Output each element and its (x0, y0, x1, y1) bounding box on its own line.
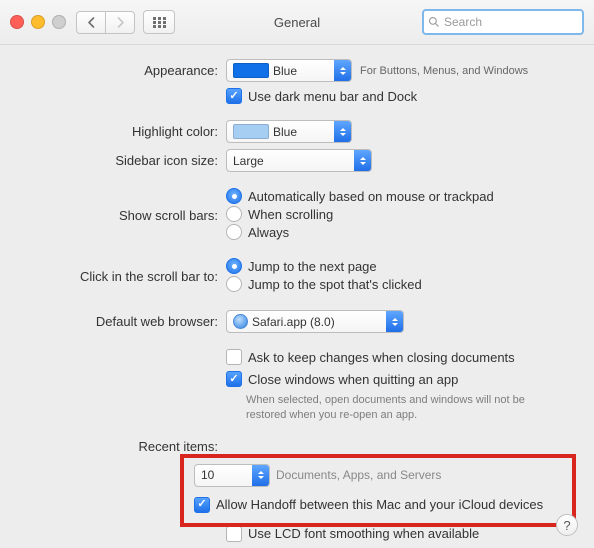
back-button[interactable] (77, 12, 105, 33)
search-input[interactable]: Search (422, 9, 584, 35)
handoff-label: Allow Handoff between this Mac and your … (216, 497, 543, 512)
scrollbars-always-radio[interactable]: Always (226, 224, 289, 240)
dark-menu-label: Use dark menu bar and Dock (248, 89, 417, 104)
clickbar-next-radio[interactable]: Jump to the next page (226, 258, 377, 274)
chevron-updown-icon (354, 150, 371, 171)
close-windows-checkbox[interactable]: Close windows when quitting an app (226, 371, 458, 387)
sidebar-icon-select[interactable]: Large (226, 149, 372, 172)
appearance-label: Appearance: (20, 63, 226, 78)
highlight-label: Highlight color: (20, 124, 226, 139)
ask-changes-label: Ask to keep changes when closing documen… (248, 350, 515, 365)
clickbar-spot-label: Jump to the spot that's clicked (248, 277, 422, 292)
scrollbars-scrolling-radio[interactable]: When scrolling (226, 206, 333, 222)
checkbox-icon (226, 526, 242, 542)
checkbox-icon (226, 371, 242, 387)
handoff-highlight: 10 Documents, Apps, and Servers Allow Ha… (180, 454, 576, 527)
appearance-hint: For Buttons, Menus, and Windows (360, 65, 528, 77)
handoff-checkbox[interactable]: Allow Handoff between this Mac and your … (194, 497, 543, 513)
scrollbars-scrolling-label: When scrolling (248, 207, 333, 222)
radio-icon (226, 276, 242, 292)
safari-icon (233, 314, 248, 329)
highlight-value: Blue (273, 125, 297, 139)
browser-label: Default web browser: (20, 314, 226, 329)
scrollbars-auto-label: Automatically based on mouse or trackpad (248, 189, 494, 204)
appearance-value: Blue (273, 64, 297, 78)
browser-value: Safari.app (8.0) (252, 315, 335, 329)
dark-menu-checkbox[interactable]: Use dark menu bar and Dock (226, 88, 417, 104)
checkbox-icon (226, 349, 242, 365)
lcd-smoothing-label: Use LCD font smoothing when available (248, 526, 479, 541)
minimize-window-button[interactable] (31, 15, 45, 29)
clickbar-next-label: Jump to the next page (248, 259, 377, 274)
nav-back-forward (76, 11, 135, 34)
chevron-updown-icon (252, 465, 269, 486)
radio-icon (226, 258, 242, 274)
checkbox-icon (226, 88, 242, 104)
clickbar-label: Click in the scroll bar to: (20, 269, 226, 284)
clickbar-spot-radio[interactable]: Jump to the spot that's clicked (226, 276, 422, 292)
recent-items-label: Recent items: (20, 439, 226, 454)
ask-changes-checkbox[interactable]: Ask to keep changes when closing documen… (226, 349, 515, 365)
preferences-body: Appearance: Blue For Buttons, Menus, and… (0, 45, 594, 548)
appearance-select[interactable]: Blue (226, 59, 352, 82)
close-window-button[interactable] (10, 15, 24, 29)
chevron-updown-icon (334, 60, 351, 81)
help-button[interactable]: ? (556, 514, 578, 536)
recent-items-select[interactable]: 10 (194, 464, 270, 487)
highlight-select[interactable]: Blue (226, 120, 352, 143)
checkbox-icon (194, 497, 210, 513)
show-all-button[interactable] (143, 10, 175, 34)
scrollbars-always-label: Always (248, 225, 289, 240)
radio-icon (226, 224, 242, 240)
scrollbars-label: Show scroll bars: (20, 208, 226, 223)
scrollbars-auto-radio[interactable]: Automatically based on mouse or trackpad (226, 188, 494, 204)
titlebar: General Search (0, 0, 594, 45)
recent-items-value: 10 (201, 468, 214, 482)
recent-items-hint: Documents, Apps, and Servers (276, 468, 441, 482)
highlight-swatch (233, 124, 269, 139)
chevron-updown-icon (386, 311, 403, 332)
search-icon (428, 16, 440, 28)
general-preferences-window: General Search Appearance: Blue For Butt… (0, 0, 594, 548)
radio-icon (226, 206, 242, 222)
window-controls (10, 15, 66, 29)
forward-button (105, 12, 134, 33)
close-windows-note: When selected, open documents and window… (246, 393, 556, 423)
radio-icon (226, 188, 242, 204)
chevron-updown-icon (334, 121, 351, 142)
lcd-smoothing-checkbox[interactable]: Use LCD font smoothing when available (226, 526, 479, 542)
appearance-swatch (233, 63, 269, 78)
close-windows-label: Close windows when quitting an app (248, 372, 458, 387)
browser-select[interactable]: Safari.app (8.0) (226, 310, 404, 333)
search-placeholder: Search (444, 15, 482, 29)
sidebar-icon-value: Large (233, 154, 264, 168)
sidebar-icon-label: Sidebar icon size: (20, 153, 226, 168)
zoom-window-button (52, 15, 66, 29)
